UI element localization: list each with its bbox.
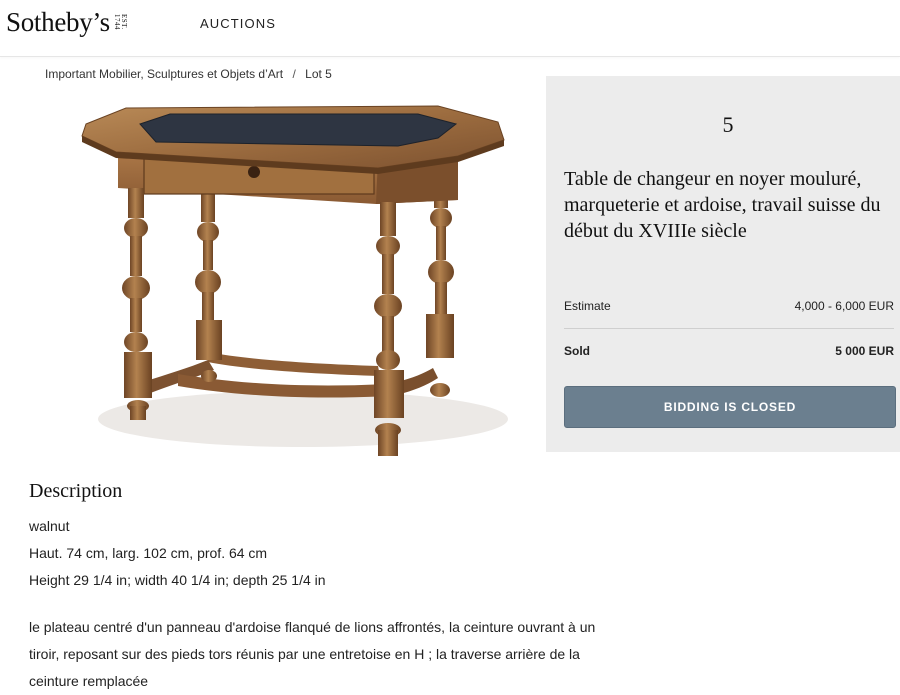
breadcrumb-separator: / bbox=[292, 67, 296, 81]
description-paragraph: le plateau centré d'un panneau d'ardoise… bbox=[29, 619, 596, 689]
logo-wordmark: Sotheby’s bbox=[6, 7, 110, 37]
site-header: Sotheby’s EST. 1744 AUCTIONS bbox=[0, 0, 900, 57]
estimate-label: Estimate bbox=[564, 299, 611, 313]
nav-auctions-link[interactable]: AUCTIONS bbox=[200, 16, 276, 31]
table-illustration bbox=[81, 105, 508, 456]
description-heading: Description bbox=[29, 480, 123, 502]
logo-est-mark: EST. 1744 bbox=[112, 14, 128, 30]
description-dimensions-in: Height 29 1/4 in; width 40 1/4 in; depth… bbox=[29, 572, 326, 588]
lot-image[interactable] bbox=[58, 84, 538, 472]
sothebys-logo[interactable]: Sotheby’s EST. 1744 bbox=[6, 6, 128, 42]
sold-row: Sold 5 000 EUR bbox=[564, 344, 894, 358]
estimate-row: Estimate 4,000 - 6,000 EUR bbox=[564, 299, 894, 313]
lot-info-panel: 5 Table de changeur en noyer mouluré, ma… bbox=[546, 76, 900, 452]
breadcrumb: Important Mobilier, Sculptures et Objets… bbox=[45, 67, 332, 81]
lot-number: 5 bbox=[722, 112, 734, 137]
description-material: walnut bbox=[29, 518, 70, 534]
lot-title: Table de changeur en noyer mouluré, marq… bbox=[564, 168, 881, 242]
description-dimensions-cm: Haut. 74 cm, larg. 102 cm, prof. 64 cm bbox=[29, 545, 268, 561]
description-details: walnut Haut. 74 cm, larg. 102 cm, prof. … bbox=[29, 513, 326, 594]
divider bbox=[564, 328, 894, 329]
estimate-value: 4,000 - 6,000 EUR bbox=[794, 299, 894, 313]
sold-label: Sold bbox=[564, 344, 590, 358]
breadcrumb-lot: Lot 5 bbox=[305, 67, 332, 81]
bidding-closed-button[interactable]: BIDDING IS CLOSED bbox=[564, 386, 896, 428]
breadcrumb-sale-link[interactable]: Important Mobilier, Sculptures et Objets… bbox=[45, 67, 283, 81]
sold-value: 5 000 EUR bbox=[835, 344, 894, 358]
